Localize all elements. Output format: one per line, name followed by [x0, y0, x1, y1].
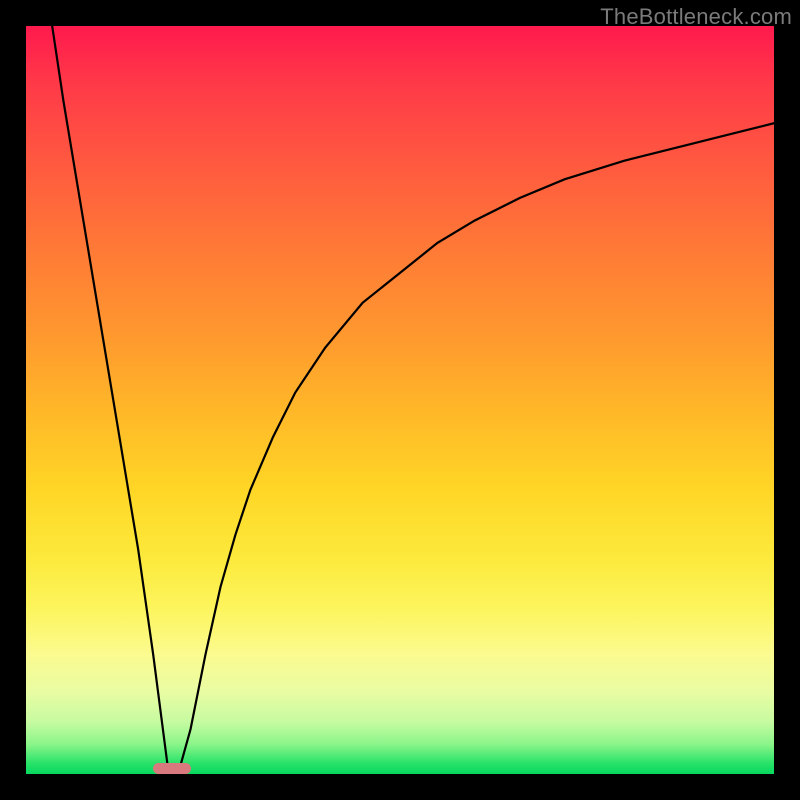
curve-left-branch	[52, 26, 168, 770]
watermark-text: TheBottleneck.com	[600, 4, 792, 30]
curve-svg	[26, 26, 774, 774]
chart-frame: TheBottleneck.com	[0, 0, 800, 800]
plot-area	[26, 26, 774, 774]
minimum-marker	[153, 763, 190, 774]
curve-right-branch	[179, 123, 774, 769]
